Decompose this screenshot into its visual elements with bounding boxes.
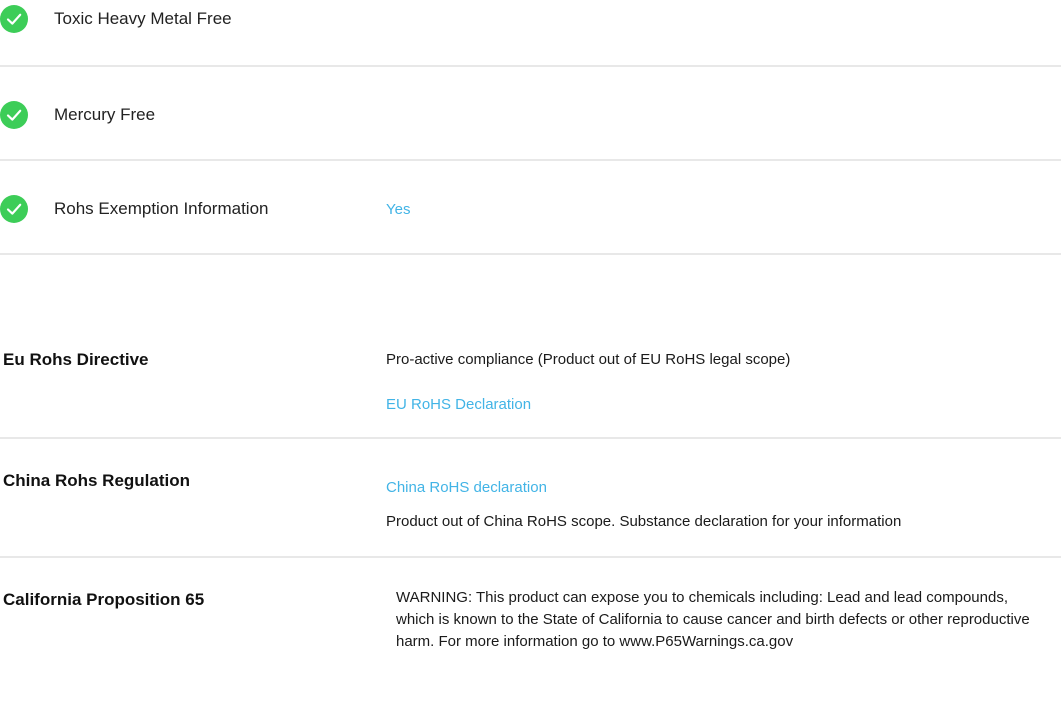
check-row-toxic-heavy-metal-free: Toxic Heavy Metal Free <box>0 5 1061 33</box>
check-row-mercury-free: Mercury Free <box>0 101 1061 129</box>
divider <box>0 437 1061 439</box>
regulation-title: Eu Rohs Directive <box>3 350 149 369</box>
check-label: Rohs Exemption Information <box>54 199 269 218</box>
check-circle-icon <box>0 195 28 223</box>
check-circle-icon <box>0 101 28 129</box>
regulation-title: California Proposition 65 <box>3 590 205 609</box>
regulation-title: China Rohs Regulation <box>3 471 190 490</box>
divider <box>0 65 1061 67</box>
eu-rohs-declaration-link[interactable]: EU RoHS Declaration <box>386 396 531 414</box>
environmental-compliance-page: Toxic Heavy Metal Free Mercury Free Rohs… <box>0 0 1061 706</box>
regulation-description: Pro-active compliance (Product out of EU… <box>386 351 791 368</box>
divider <box>0 159 1061 161</box>
check-label: Mercury Free <box>54 105 156 124</box>
rohs-exemption-yes-link[interactable]: Yes <box>386 202 410 218</box>
prop65-warning-text: WARNING: This product can expose you to … <box>396 589 1030 650</box>
check-circle-icon <box>0 5 28 33</box>
divider <box>0 556 1061 558</box>
check-row-rohs-exemption-information: Rohs Exemption Information Yes <box>0 195 1061 223</box>
china-rohs-declaration-link[interactable]: China RoHS declaration <box>386 479 547 497</box>
divider <box>0 253 1061 255</box>
check-label: Toxic Heavy Metal Free <box>54 9 232 28</box>
regulation-description: Product out of China RoHS scope. Substan… <box>386 513 902 530</box>
